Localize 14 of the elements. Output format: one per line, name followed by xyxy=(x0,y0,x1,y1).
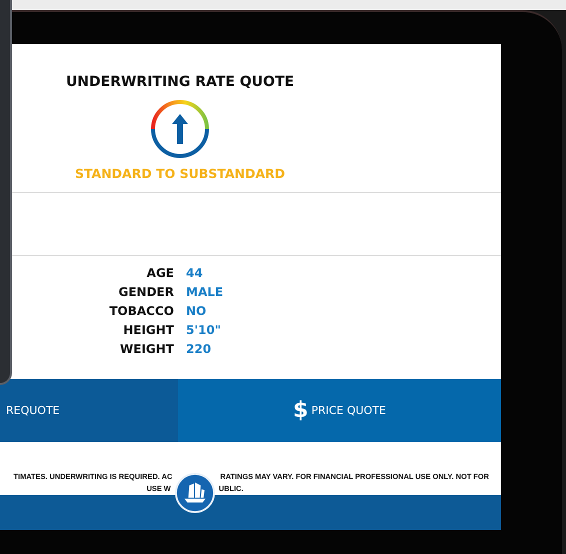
detail-value: MALE xyxy=(186,284,224,301)
detail-label: GENDER xyxy=(118,284,174,301)
detail-label: AGE xyxy=(146,265,174,282)
ship-logo-icon xyxy=(175,473,215,513)
detail-value: 44 xyxy=(186,265,203,282)
detail-label: HEIGHT xyxy=(122,322,174,339)
quote-title: UNDERWRITING RATE QUOTE xyxy=(66,74,294,90)
detail-label: WEIGHT xyxy=(119,341,174,358)
rating-text: STANDARD TO SUBSTANDARD xyxy=(74,166,286,181)
requote-button[interactable]: REQUOTE xyxy=(0,379,178,442)
detail-value: 5'10" xyxy=(186,322,221,339)
detail-value: 220 xyxy=(186,341,212,358)
detail-label: TOBACCO xyxy=(108,303,174,320)
detail-value: NO xyxy=(186,303,206,320)
